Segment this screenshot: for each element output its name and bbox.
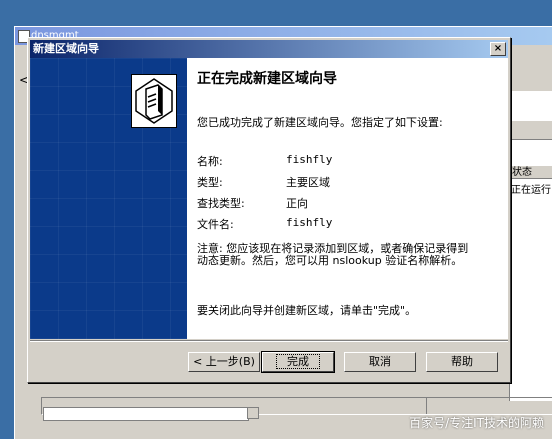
- lower-list-field[interactable]: [43, 407, 249, 421]
- setting-label-name: 名称:: [197, 155, 223, 168]
- status-cell[interactable]: 正在运行: [511, 181, 551, 196]
- closing-text: 要关闭此向导并创建新区域，请单击"完成"。: [197, 304, 417, 317]
- close-button[interactable]: ×: [490, 42, 506, 56]
- setting-label-filename: 文件名:: [197, 218, 234, 231]
- dialog-titlebar[interactable]: 新建区域向导 ×: [30, 40, 508, 58]
- setting-label-lookup-type: 查找类型:: [197, 197, 245, 210]
- setting-value-type: 主要区域: [286, 176, 330, 189]
- server-icon: [131, 74, 177, 128]
- new-zone-wizard-dialog: 新建区域向导 × 正在完成新建区域向导 您已成功完成了新建区域向导。您指定了如下…: [27, 37, 511, 383]
- page-title: 正在完成新建区域向导: [197, 71, 337, 87]
- back-button[interactable]: < 上一步(B): [188, 352, 260, 372]
- button-separator: [30, 340, 508, 342]
- help-button[interactable]: 帮助: [426, 352, 498, 372]
- details-toolbar: [509, 121, 552, 140]
- column-header-status[interactable]: 状态: [509, 165, 552, 179]
- watermark: 百家号/专注IT技术的阿赖: [409, 416, 544, 430]
- finish-button[interactable]: 完成: [261, 351, 335, 373]
- dialog-title: 新建区域向导: [33, 42, 99, 55]
- intro-text: 您已成功完成了新建区域向导。您指定了如下设置:: [197, 116, 443, 129]
- setting-label-type: 类型:: [197, 176, 223, 189]
- wizard-content: 正在完成新建区域向导 您已成功完成了新建区域向导。您指定了如下设置: 名称: f…: [187, 58, 508, 339]
- setting-value-lookup-type: 正向: [286, 197, 308, 210]
- scroll-button[interactable]: [247, 407, 259, 419]
- setting-value-name: fishfly: [286, 153, 333, 166]
- cancel-button[interactable]: 取消: [344, 352, 416, 372]
- note-text: 注意: 您应该现在将记录添加到区域，或者确保记录得到动态更新。然后，您可以用 n…: [197, 242, 469, 267]
- finish-button-label: 完成: [276, 354, 320, 369]
- setting-value-filename: fishfly: [286, 216, 333, 229]
- wizard-side-banner: [30, 58, 187, 339]
